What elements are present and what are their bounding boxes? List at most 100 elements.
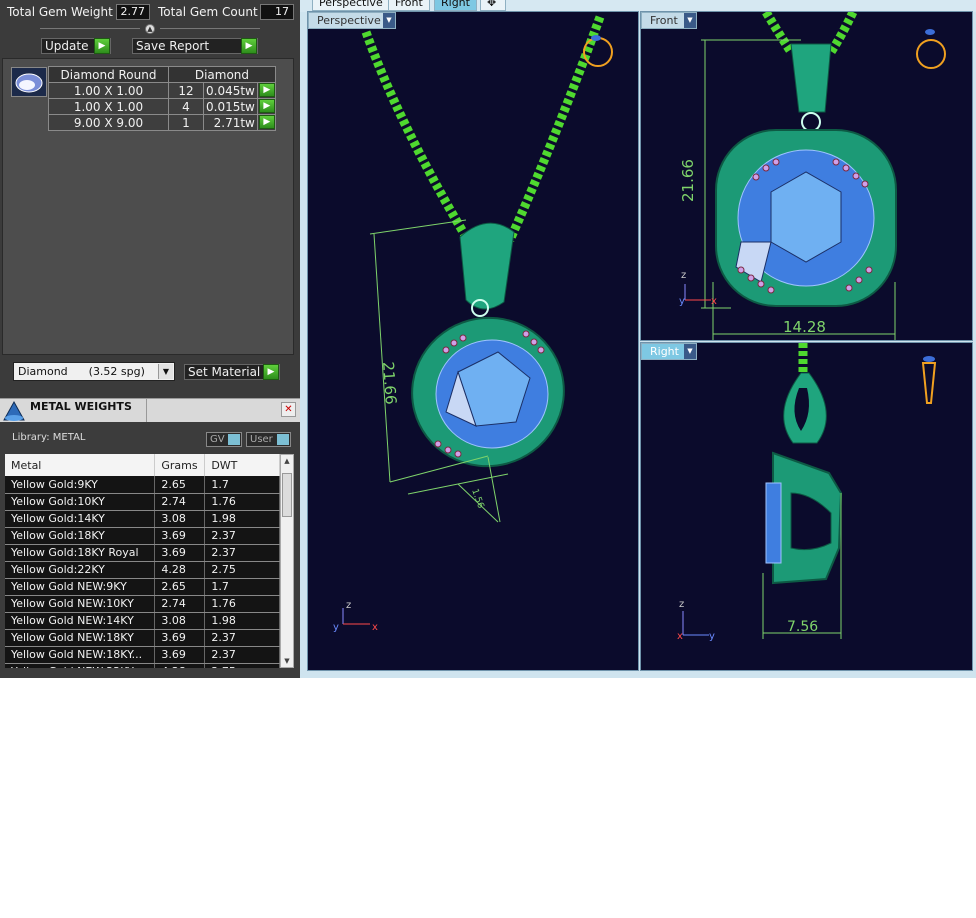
save-report-label: Save Report [136, 39, 210, 53]
metal-row[interactable]: Yellow Gold NEW:10KY 2.74 1.76 [5, 595, 280, 613]
dimension-height: 21.66 [679, 159, 697, 202]
perspective-viewport-label[interactable]: Perspective ▼ [308, 12, 396, 29]
metal-grams: 2.74 [154, 493, 206, 511]
update-label: Update [45, 39, 89, 53]
gem-size: 9.00 X 9.00 [48, 114, 169, 131]
metal-weights-body: Library: METAL GV User Metal Grams DWT Y… [0, 422, 300, 678]
metal-row[interactable]: Yellow Gold NEW:18KY 3.69 2.37 [5, 629, 280, 647]
metal-row[interactable]: Yellow Gold:22KY 4.28 2.75 [5, 561, 280, 579]
viewport-label-text: Perspective [317, 14, 381, 27]
svg-text:z: z [346, 600, 351, 611]
total-gem-count-value: 17 [260, 4, 294, 20]
metal-grams: 4.28 [154, 663, 206, 668]
gem-size: 1.00 X 1.00 [48, 82, 169, 99]
svg-text:y: y [709, 631, 715, 642]
metal-name: Yellow Gold:14KY [5, 510, 156, 528]
metal-row[interactable]: Yellow Gold NEW:18KY... 3.69 2.37 [5, 646, 280, 664]
metal-grams: 3.69 [154, 527, 206, 545]
perspective-render: 21.66 1.56 z y x [333, 15, 613, 633]
scrollbar-thumb[interactable] [282, 473, 292, 517]
metal-name: Yellow Gold NEW:10KY [5, 595, 156, 613]
perspective-viewport[interactable]: 21.66 1.56 z y x Perspective ▼ [307, 11, 639, 671]
metal-row[interactable]: Yellow Gold:14KY 3.08 1.98 [5, 510, 280, 528]
close-icon[interactable]: ✕ [281, 402, 296, 417]
dimension-height: 21.66 [379, 361, 400, 405]
metal-name: Yellow Gold:18KY Royal [5, 544, 156, 562]
svg-text:x: x [372, 622, 378, 633]
metal-name: Yellow Gold NEW:18KY... [5, 646, 156, 664]
gem-row[interactable]: 1.00 X 1.00 12 0.045tw ▶ [48, 82, 276, 99]
material-select[interactable]: Diamond (3.52 spg) ▼ [13, 362, 175, 381]
front-viewport[interactable]: 21.66 14.28 z y x Front ▼ [640, 11, 973, 341]
metal-dwt: 2.37 [204, 629, 280, 647]
column-header-metal[interactable]: Metal [5, 454, 156, 476]
update-button[interactable]: Update ▶ [41, 38, 111, 54]
divider [160, 28, 260, 29]
gem-thumbnail[interactable] [11, 67, 47, 97]
set-material-label: Set Material [188, 365, 261, 379]
total-gem-weight-label: Total Gem Weight [7, 5, 113, 19]
gem-row[interactable]: 1.00 X 1.00 4 0.015tw ▶ [48, 98, 276, 115]
gv-toggle[interactable]: GV [206, 432, 242, 447]
metal-row[interactable]: Yellow Gold:18KY 3.69 2.37 [5, 527, 280, 545]
right-viewport-label[interactable]: Right ▼ [641, 343, 697, 360]
viewport-area: Perspective Front Right ✥ 21.66 1.56 z y… [300, 0, 976, 678]
front-viewport-label[interactable]: Front ▼ [641, 12, 697, 29]
left-panel: Total Gem Weight 2.77 Total Gem Count 17… [0, 0, 300, 678]
metal-dwt: 2.37 [204, 527, 280, 545]
gem-shape-header: Diamond Round [48, 66, 169, 83]
metal-row[interactable]: Yellow Gold:18KY Royal 3.69 2.37 [5, 544, 280, 562]
metal-row[interactable]: Yellow Gold NEW:22KY4.282.75 [5, 663, 280, 668]
metal-grams: 3.08 [154, 510, 206, 528]
gem-row[interactable]: 9.00 X 9.00 1 2.71tw ▶ [48, 114, 276, 131]
metal-row[interactable]: Yellow Gold NEW:14KY 3.08 1.98 [5, 612, 280, 630]
round-diamond-icon [15, 73, 43, 93]
metal-grams: 2.65 [154, 578, 206, 596]
set-material-button[interactable]: Set Material ▶ [184, 364, 280, 380]
library-label: Library: METAL [12, 432, 86, 443]
gem-select-button[interactable]: ▶ [256, 114, 276, 131]
gem-weight: 0.045tw [203, 82, 258, 99]
play-arrow-icon: ▶ [263, 364, 279, 380]
user-toggle-label: User [250, 434, 273, 445]
scroll-up-icon[interactable]: ▲ [281, 455, 293, 467]
column-header-grams[interactable]: Grams [154, 454, 206, 476]
metal-row[interactable]: Yellow Gold:10KY 2.74 1.76 [5, 493, 280, 511]
metal-table: Metal Grams DWT Yellow Gold:9KY 2.65 1.7 Ye… [5, 454, 280, 668]
gem-size: 1.00 X 1.00 [48, 98, 169, 115]
metal-dwt: 1.76 [204, 595, 280, 613]
right-viewport[interactable]: 7.56 z x y Right ▼ [640, 342, 973, 671]
chevron-down-icon: ▼ [684, 344, 696, 359]
scrollbar[interactable]: ▲ ▼ [280, 454, 294, 668]
chevron-down-icon: ▼ [158, 364, 173, 379]
dimension-depth: 1.56 [469, 488, 485, 511]
metal-name: Yellow Gold NEW:18KY [5, 629, 156, 647]
metal-name: Yellow Gold NEW:9KY [5, 578, 156, 596]
chevron-down-icon: ▼ [684, 13, 696, 28]
collapse-icon[interactable]: ▲ [145, 24, 155, 34]
play-arrow-icon: ▶ [258, 115, 275, 129]
play-arrow-icon: ▶ [258, 83, 275, 97]
tab-front[interactable]: Front [388, 0, 430, 11]
metal-row[interactable]: Yellow Gold NEW:9KY 2.65 1.7 [5, 578, 280, 596]
user-toggle[interactable]: User [246, 432, 291, 447]
svg-text:x: x [677, 631, 683, 642]
tab-right[interactable]: Right [434, 0, 477, 11]
add-tab-icon[interactable]: ✥ [480, 0, 506, 11]
play-arrow-icon: ▶ [241, 38, 257, 54]
save-report-button[interactable]: Save Report ▶ [132, 38, 258, 54]
scroll-down-icon[interactable]: ▼ [281, 655, 293, 667]
gem-select-button[interactable]: ▶ [256, 82, 276, 99]
gem-select-button[interactable]: ▶ [256, 98, 276, 115]
metal-row[interactable]: Yellow Gold:9KY 2.65 1.7 [5, 476, 280, 494]
total-gem-weight-value: 2.77 [116, 4, 150, 20]
material-select-value: Diamond (3.52 spg) [18, 365, 145, 378]
gem-count: 1 [168, 114, 204, 131]
total-gem-count-label: Total Gem Count [158, 5, 258, 19]
tab-perspective[interactable]: Perspective [312, 0, 390, 11]
right-render: 7.56 z x y [677, 343, 937, 642]
column-header-dwt[interactable]: DWT [204, 454, 280, 476]
svg-text:z: z [681, 270, 686, 281]
app-window: Total Gem Weight 2.77 Total Gem Count 17… [0, 0, 976, 678]
metal-dwt: 2.37 [204, 544, 280, 562]
